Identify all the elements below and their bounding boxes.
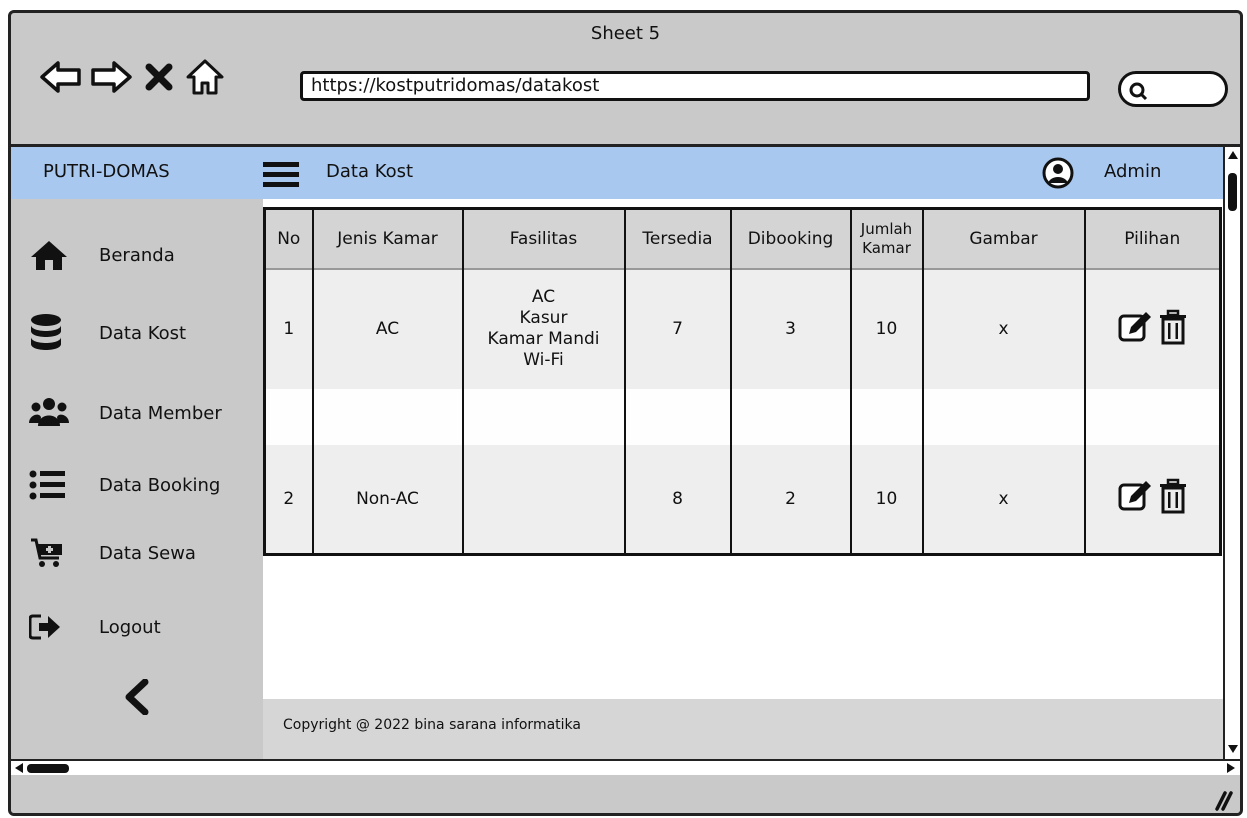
cell-gambar: x xyxy=(921,268,1086,389)
delete-button[interactable] xyxy=(1158,309,1188,350)
database-icon xyxy=(29,313,77,353)
edit-icon xyxy=(1118,481,1151,511)
browser-search-box[interactable] xyxy=(1118,71,1228,107)
brand-name: PUTRI-DOMAS xyxy=(43,161,170,182)
window-title: Sheet 5 xyxy=(590,23,661,44)
sidebar-item-label: Data Member xyxy=(99,402,222,424)
delete-button[interactable] xyxy=(1158,478,1188,519)
table-row: 2 Non-AC 8 2 10 x xyxy=(263,444,1222,555)
status-bar xyxy=(11,775,1240,813)
forward-button[interactable] xyxy=(89,55,133,99)
sidebar-item-label: Data Sewa xyxy=(99,542,196,564)
table-row: 1 AC AC Kasur Kamar Mandi Wi-Fi 7 3 10 x xyxy=(263,268,1222,389)
close-icon xyxy=(145,63,173,91)
chevron-left-icon xyxy=(125,678,149,716)
column-header: No xyxy=(263,208,314,269)
vertical-scrollbar[interactable] xyxy=(1223,147,1240,759)
hamburger-menu-icon[interactable] xyxy=(263,161,299,193)
cell-fasilitas: AC Kasur Kamar Mandi Wi-Fi xyxy=(461,268,626,389)
cell-tersedia: 7 xyxy=(623,268,732,389)
column-header: Dibooking xyxy=(729,208,852,269)
home-button[interactable] xyxy=(183,55,227,99)
copyright-text: Copyright @ 2022 bina sarana informatika xyxy=(283,717,581,733)
table-header-row: No Jenis Kamar Fasilitas Tersedia Dibook… xyxy=(263,208,1222,269)
sidebar-item-logout[interactable]: Logout xyxy=(29,607,161,647)
edit-button[interactable] xyxy=(1117,479,1153,518)
arrow-left-icon xyxy=(40,61,81,93)
home-icon xyxy=(29,235,77,275)
sidebar-item-data-sewa[interactable]: Data Sewa xyxy=(29,533,196,573)
stop-button[interactable] xyxy=(137,55,181,99)
column-header: Jenis Kamar xyxy=(311,208,464,269)
horizontal-scroll-thumb[interactable] xyxy=(27,764,69,773)
cell-jenis-kamar: Non-AC xyxy=(311,444,464,555)
cell-dibooking: 3 xyxy=(729,268,852,389)
data-kost-table: No Jenis Kamar Fasilitas Tersedia Dibook… xyxy=(263,207,1222,556)
cart-icon xyxy=(29,533,77,573)
scroll-up-icon xyxy=(1228,151,1238,159)
home-outline-icon xyxy=(186,59,224,95)
users-icon xyxy=(29,393,77,433)
vertical-scroll-thumb[interactable] xyxy=(1228,173,1237,211)
cell-no: 2 xyxy=(263,444,314,555)
edit-button[interactable] xyxy=(1117,310,1153,349)
cell-tersedia: 8 xyxy=(623,444,732,555)
scroll-left-icon xyxy=(15,763,23,773)
search-icon xyxy=(1129,82,1148,101)
column-header: Tersedia xyxy=(623,208,732,269)
column-header: Fasilitas xyxy=(461,208,626,269)
main-content: No Jenis Kamar Fasilitas Tersedia Dibook… xyxy=(263,199,1223,699)
edit-icon xyxy=(1118,311,1151,341)
list-icon xyxy=(29,465,77,505)
sidebar-item-label: Data Booking xyxy=(99,474,221,496)
page-title: Data Kost xyxy=(326,161,414,182)
sidebar-item-label: Data Kost xyxy=(99,322,187,344)
sidebar-item-data-kost[interactable]: Data Kost xyxy=(29,313,186,353)
cell-dibooking: 2 xyxy=(729,444,852,555)
column-header: Gambar xyxy=(921,208,1086,269)
footer: Copyright @ 2022 bina sarana informatika xyxy=(263,699,1223,759)
resize-grip-icon[interactable] xyxy=(1211,789,1233,811)
cell-no: 1 xyxy=(263,268,314,389)
arrow-right-icon xyxy=(91,61,132,93)
sidebar-item-beranda[interactable]: Beranda xyxy=(29,235,175,275)
sidebar: Beranda Data Kost Data Member Data Booki… xyxy=(11,199,263,759)
scroll-down-icon xyxy=(1228,745,1238,753)
sidebar-item-data-member[interactable]: Data Member xyxy=(29,393,222,433)
trash-icon xyxy=(1159,309,1186,344)
browser-window: Sheet 5 https://kostputridomas/datakost … xyxy=(8,10,1243,816)
sidebar-item-data-booking[interactable]: Data Booking xyxy=(29,465,220,505)
cell-fasilitas xyxy=(461,444,626,555)
column-header: Pilihan xyxy=(1083,208,1222,269)
user-avatar-icon[interactable] xyxy=(1042,157,1074,193)
user-name[interactable]: Admin xyxy=(1104,161,1161,182)
cell-jumlah-kamar: 10 xyxy=(849,444,924,555)
sidebar-item-label: Beranda xyxy=(99,244,175,266)
cell-pilihan xyxy=(1083,444,1222,555)
sidebar-item-label: Logout xyxy=(99,616,161,638)
cell-pilihan xyxy=(1083,268,1222,389)
app-header: PUTRI-DOMAS Data Kost Admin xyxy=(11,147,1223,199)
cell-jumlah-kamar: 10 xyxy=(849,268,924,389)
collapse-sidebar-button[interactable] xyxy=(123,678,149,719)
cell-gambar: x xyxy=(921,444,1086,555)
logout-icon xyxy=(29,607,77,647)
address-bar[interactable]: https://kostputridomas/datakost xyxy=(300,71,1090,101)
trash-icon xyxy=(1159,479,1186,514)
column-header: Jumlah Kamar xyxy=(849,208,924,269)
table-row-empty xyxy=(263,388,1222,445)
scroll-right-icon xyxy=(1227,763,1235,773)
cell-jenis-kamar: AC xyxy=(311,268,464,389)
back-button[interactable] xyxy=(39,55,83,99)
